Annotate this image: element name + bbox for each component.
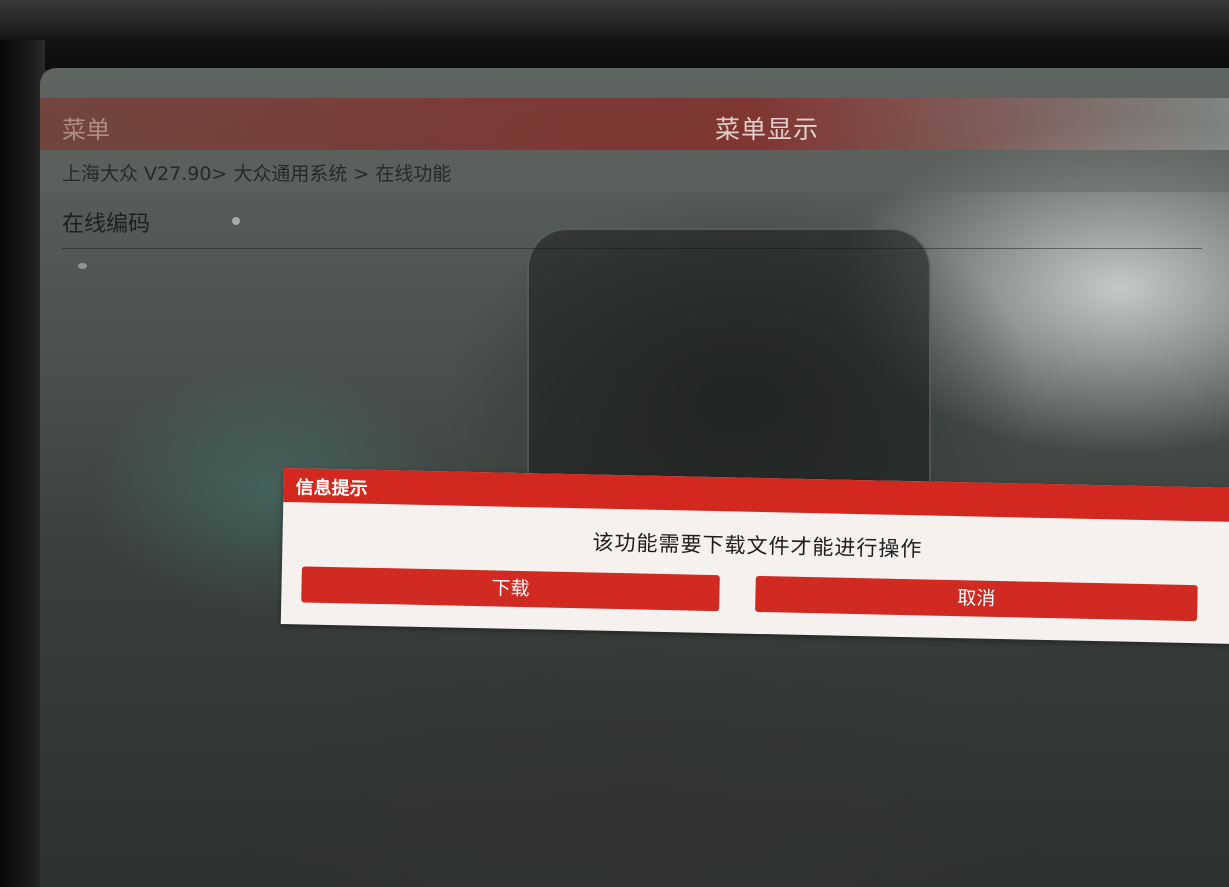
device-bezel-top [0, 0, 1229, 70]
device-screen: 菜单 菜单显示 上海大众 V27.90> 大众通用系统 > 在线功能 在线编码 … [40, 68, 1229, 887]
menu-item-label: 在线编码 [62, 212, 151, 237]
dialog-message: 该功能需要下载文件才能进行操作 [592, 530, 923, 562]
breadcrumb-bar: 上海大众 V27.90> 大众通用系统 > 在线功能 [40, 150, 1229, 192]
menu-item-online-coding[interactable]: 在线编码 [62, 202, 1202, 249]
photo-background: 菜单 菜单显示 上海大众 V27.90> 大众通用系统 > 在线功能 在线编码 … [0, 0, 1229, 887]
cancel-button[interactable]: 取消 [755, 575, 1198, 622]
app-header: 菜单 菜单显示 [40, 98, 1229, 150]
breadcrumb: 上海大众 V27.90> 大众通用系统 > 在线功能 [62, 163, 452, 185]
indicator-dot-icon [232, 217, 240, 225]
device-bezel-left [0, 40, 45, 887]
row-dot-icon [78, 263, 87, 269]
download-button[interactable]: 下载 [301, 566, 720, 612]
info-dialog: 信息提示 该功能需要下载文件才能进行操作 下载 取消 [280, 468, 1229, 644]
page-title: 菜单显示 [715, 115, 820, 144]
menu-label[interactable]: 菜单 [62, 110, 110, 145]
dialog-title: 信息提示 [295, 477, 368, 500]
